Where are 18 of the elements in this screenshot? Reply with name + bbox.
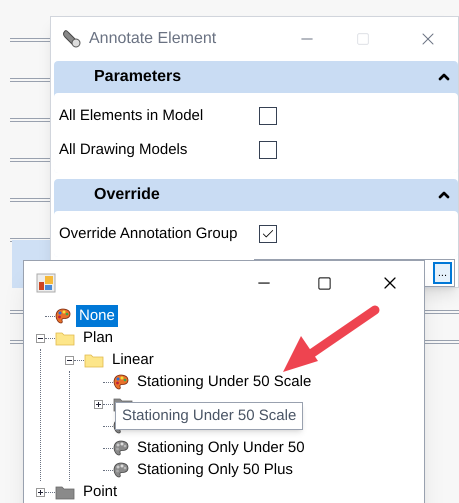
app-icon xyxy=(36,273,56,293)
collapse-icon[interactable] xyxy=(65,356,74,364)
window-title: Annotate Element xyxy=(89,29,216,49)
checkbox[interactable] xyxy=(259,141,277,159)
checkbox[interactable] xyxy=(259,107,277,125)
expand-icon[interactable] xyxy=(94,400,103,408)
section-title: Parameters xyxy=(94,67,182,87)
checkbox-label: Override Annotation Group xyxy=(59,224,238,244)
section-title: Override xyxy=(94,185,161,205)
checkbox[interactable] xyxy=(259,225,277,243)
checkbox-label: All Elements in Model xyxy=(59,106,204,126)
group-field[interactable]: ... xyxy=(424,259,455,287)
checkbox-label: All Drawing Models xyxy=(59,140,188,160)
browse-button[interactable]: ... xyxy=(432,262,452,284)
maximize-icon[interactable] xyxy=(317,276,332,290)
expand-icon[interactable] xyxy=(36,488,45,496)
tree-item[interactable]: None xyxy=(76,305,118,327)
collapse-icon[interactable] xyxy=(36,334,45,342)
